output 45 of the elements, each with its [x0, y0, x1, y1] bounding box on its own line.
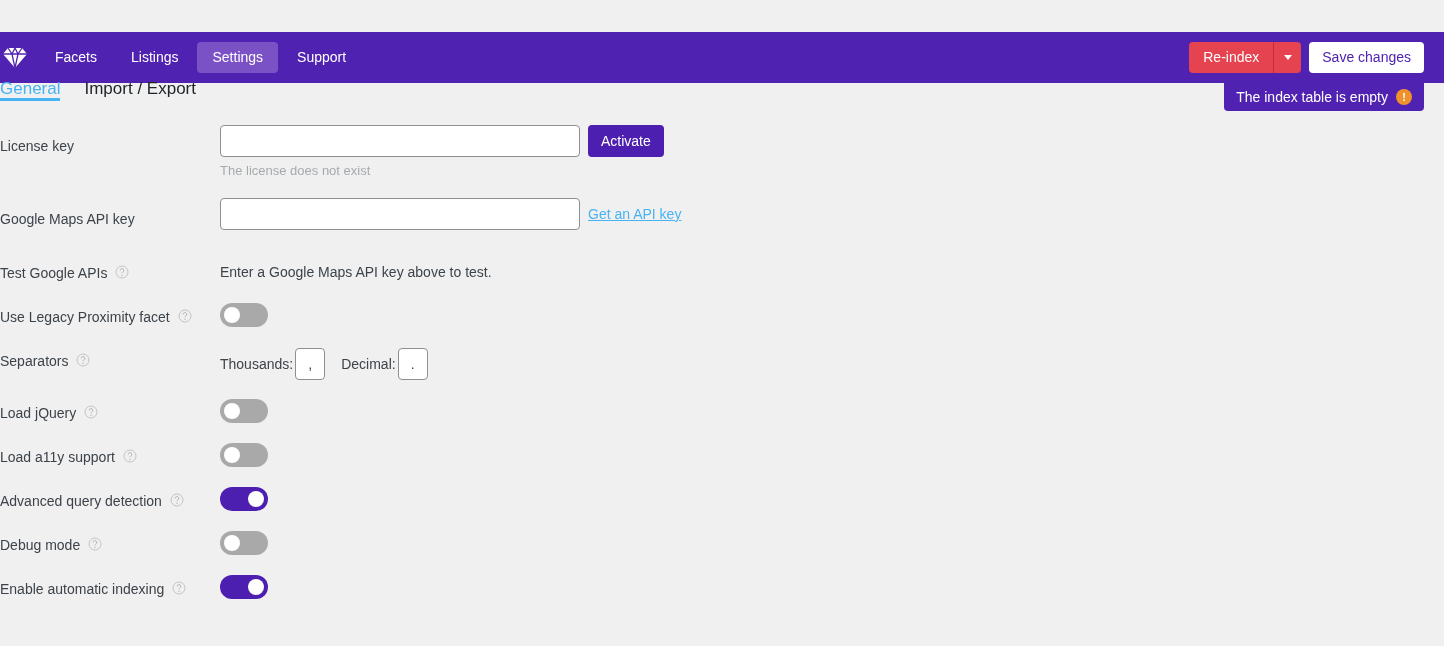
setting-label: Enable automatic indexing	[0, 580, 165, 599]
activate-button[interactable]: Activate	[588, 125, 664, 157]
toggle-switch[interactable]	[220, 531, 268, 555]
decimal-field[interactable]: .	[397, 348, 428, 380]
warning-icon: !	[1396, 89, 1412, 105]
thousands-label: Thousands:	[220, 354, 294, 374]
reindex-menu-button[interactable]	[1273, 42, 1302, 73]
help-icon[interactable]	[84, 405, 99, 419]
toggle-switch[interactable]	[220, 575, 268, 599]
setting-label: Advanced query detection	[0, 492, 162, 511]
help-icon[interactable]	[177, 309, 192, 323]
setting-label: Debug mode	[0, 536, 81, 555]
setting-label: Separators	[0, 352, 69, 371]
toggle-switch[interactable]	[220, 443, 268, 467]
setting-label: Test Google APIs	[0, 264, 108, 283]
setting-label: Use Legacy Proximity facet	[0, 308, 170, 327]
license-key-field[interactable]	[220, 125, 580, 157]
save-button[interactable]: Save changes	[1309, 42, 1424, 73]
api-key-field[interactable]	[220, 198, 580, 230]
help-icon[interactable]	[172, 581, 187, 595]
notice-text: The index table is empty	[1236, 87, 1388, 107]
help-icon[interactable]	[76, 353, 91, 367]
nav-tab[interactable]: Listings	[116, 42, 194, 73]
help-icon[interactable]	[88, 537, 103, 551]
help-icon[interactable]	[169, 493, 184, 507]
section-tab[interactable]: Import / Export	[84, 80, 196, 101]
setting-label: Load a11y support	[0, 448, 115, 467]
decimal-label: Decimal:	[341, 354, 396, 374]
reindex-button[interactable]: Re-index	[1189, 42, 1274, 73]
setting-label: License key	[0, 137, 74, 156]
toggle-switch[interactable]	[220, 487, 268, 511]
nav-tab[interactable]: Settings	[197, 42, 279, 73]
nav-tab[interactable]: Facets	[40, 42, 112, 73]
setting-text: Enter a Google Maps API key above to test.	[220, 264, 492, 280]
toggle-switch[interactable]	[220, 399, 268, 423]
toggle-switch[interactable]	[220, 303, 268, 327]
nav-tab[interactable]: Support	[282, 42, 362, 73]
setting-label: Google Maps API key	[0, 210, 135, 229]
diamond-icon[interactable]	[2, 46, 28, 69]
setting-label: Load jQuery	[0, 404, 77, 423]
help-icon[interactable]	[115, 265, 130, 279]
caret-icon	[1283, 55, 1292, 60]
license-hint: The license does not exist	[220, 162, 372, 180]
thousands-field[interactable]: ,	[295, 348, 326, 380]
help-icon[interactable]	[122, 449, 137, 463]
